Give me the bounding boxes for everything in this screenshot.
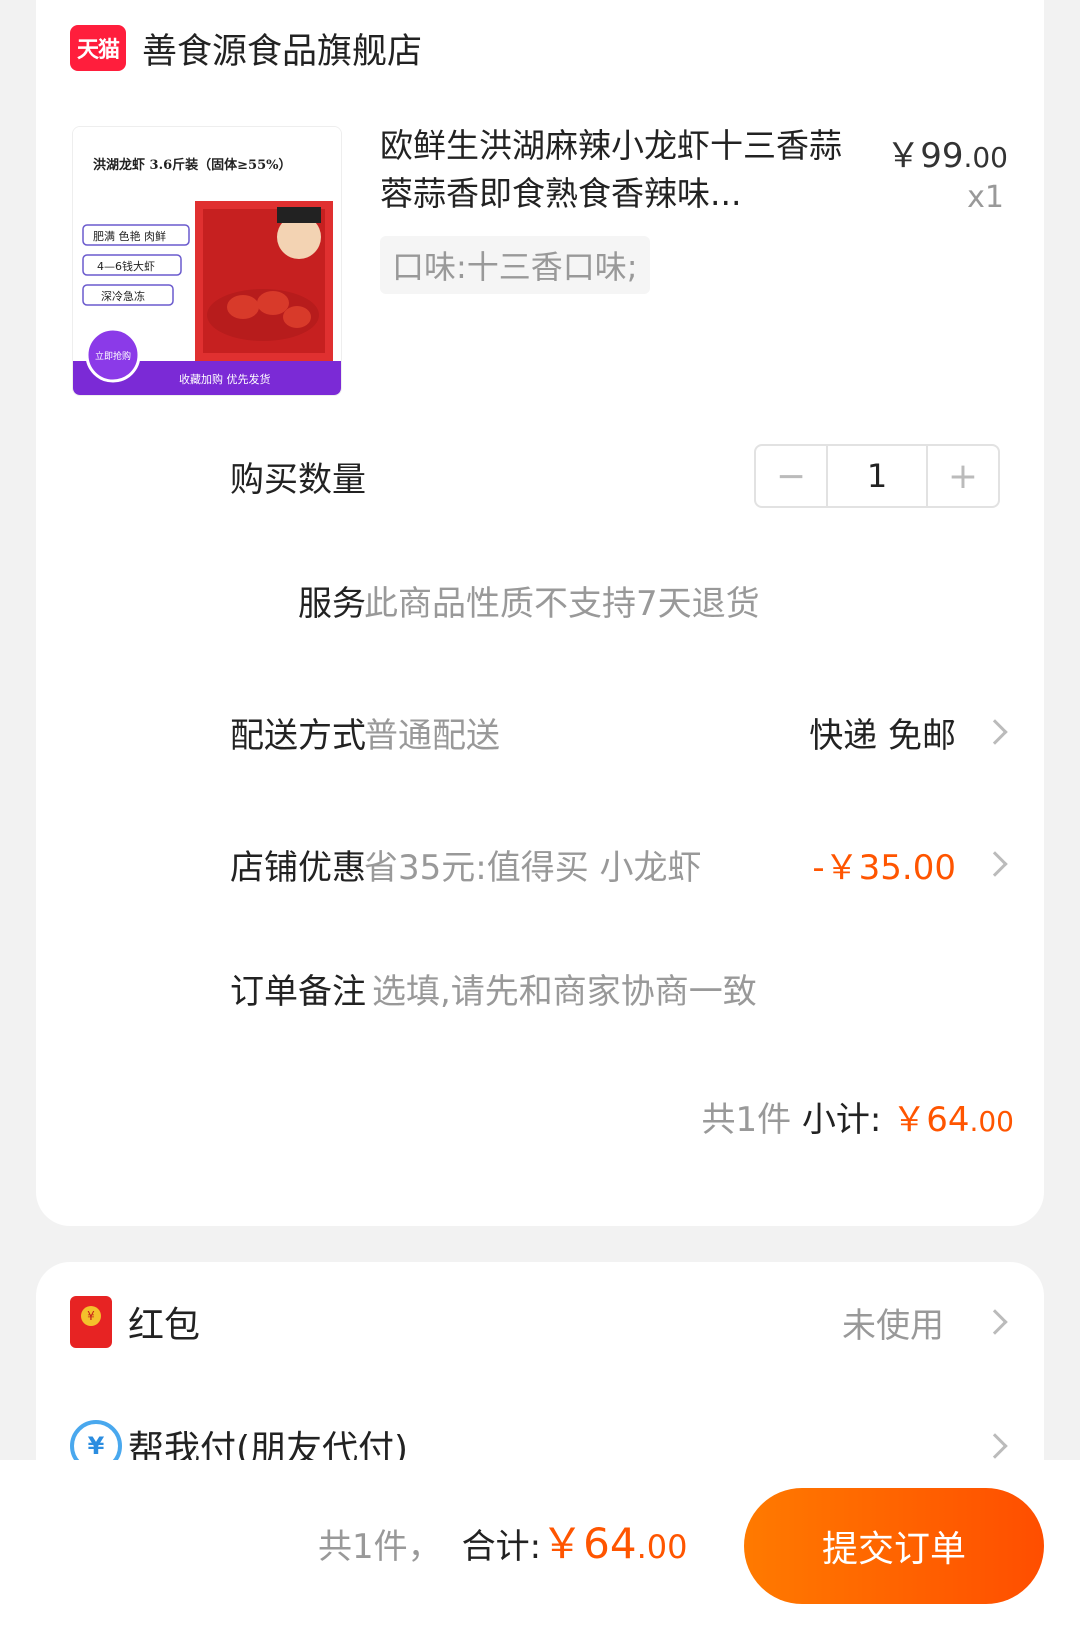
delivery-method: 快递 免邮 [809, 715, 956, 756]
product-title[interactable]: 欧鲜生洪湖麻辣小龙虾十三香蒜蓉蒜香即食熟食香辣味... [380, 122, 850, 218]
total-label: 合计: [461, 1527, 542, 1567]
crayfish-product-image: 洪湖龙虾 3.6斤装（固体≥55%） 肥满 色艳 肉鲜 4—6钱大虾 深冷急冻 … [73, 127, 341, 395]
total-amount-decimal: .00 [636, 1528, 688, 1566]
total-count: 共1件， [318, 1527, 442, 1567]
service-row: 服务 此商品性质不支持7天退货 [36, 570, 1044, 630]
subtotal-count: 共1件 [701, 1100, 792, 1140]
product-image-tag: 深冷急冻 [101, 289, 145, 303]
product-image-tag: 肥满 色艳 肉鲜 [93, 229, 166, 243]
subtotal-label: 小计: [801, 1100, 882, 1140]
purchase-quantity-label: 购买数量 [230, 459, 366, 500]
product-quantity: x1 [967, 180, 1004, 215]
subtotal-amount-decimal: .00 [969, 1105, 1014, 1138]
order-total: 共1件， 合计: ￥64.00 [318, 1510, 687, 1571]
subtotal-amount: ￥64.00 [892, 1100, 1014, 1140]
product-image-footer: 收藏加购 优先发货 [179, 372, 271, 386]
quantity-stepper: − 1 + [754, 444, 1000, 508]
service-label: 服务 [298, 583, 366, 624]
quantity-input[interactable]: 1 [826, 446, 928, 506]
shop-discount-amount: -￥35.00 [812, 847, 956, 888]
delivery-label: 配送方式 [230, 715, 366, 756]
red-packet-icon [70, 1296, 112, 1348]
increase-button[interactable]: + [928, 446, 998, 506]
order-note-row: 订单备注 选填,请先和商家协商一致 [36, 958, 1044, 1018]
tmall-logo-icon: 天猫 [70, 25, 126, 71]
total-amount: ￥64.00 [541, 1510, 687, 1571]
product-price: ￥99.00 [886, 128, 1008, 177]
chevron-right-icon [982, 1309, 1008, 1335]
subtotal: 共1件 小计: ￥64.00 [701, 1092, 1014, 1141]
product-price-decimal: .00 [963, 141, 1008, 174]
product-price-main: ￥99 [886, 136, 964, 176]
delivery-row[interactable]: 配送方式 普通配送 快递 免邮 [36, 702, 1044, 762]
product-image-tag: 4—6钱大虾 [97, 259, 155, 273]
shop-discount-value: 省35元:值得买 小龙虾 [364, 847, 702, 888]
product-image[interactable]: 洪湖龙虾 3.6斤装（固体≥55%） 肥满 色艳 肉鲜 4—6钱大虾 深冷急冻 … [72, 126, 342, 396]
product-image-badge: 立即抢购 [95, 350, 131, 362]
red-packet-value: 未使用 [842, 1305, 944, 1346]
delivery-value: 普通配送 [364, 715, 500, 756]
product-flavor-sku[interactable]: 口味:十三香口味; [380, 236, 650, 294]
shop-name[interactable]: 善食源食品旗舰店 [142, 23, 422, 74]
service-value: 此商品性质不支持7天退货 [364, 583, 760, 624]
decrease-button[interactable]: − [756, 446, 826, 506]
red-packet-label: 红包 [128, 1305, 201, 1346]
order-note-input[interactable]: 选填,请先和商家协商一致 [372, 964, 757, 1013]
shop-discount-label: 店铺优惠 [230, 847, 366, 888]
checkout-bar: 共1件， 合计: ￥64.00 提交订单 [0, 1460, 1080, 1626]
chevron-right-icon [982, 719, 1008, 745]
order-card: 天猫 善食源食品旗舰店 洪湖龙虾 3.6斤装（固体≥55%） 肥满 色艳 肉鲜 … [36, 0, 1044, 1226]
shop-discount-row[interactable]: 店铺优惠 省35元:值得买 小龙虾 -￥35.00 [36, 834, 1044, 894]
submit-order-button[interactable]: 提交订单 [744, 1488, 1044, 1604]
red-packet-row[interactable]: 红包 未使用 [36, 1282, 1044, 1362]
chevron-right-icon [982, 851, 1008, 877]
shop-header[interactable]: 天猫 善食源食品旗舰店 [70, 18, 422, 78]
product-image-headline: 洪湖龙虾 3.6斤装（固体≥55%） [93, 157, 291, 173]
total-amount-main: ￥64 [541, 1519, 637, 1568]
subtotal-amount-main: ￥64 [892, 1100, 970, 1140]
chevron-right-icon [982, 1433, 1008, 1459]
order-note-label: 订单备注 [230, 971, 366, 1012]
